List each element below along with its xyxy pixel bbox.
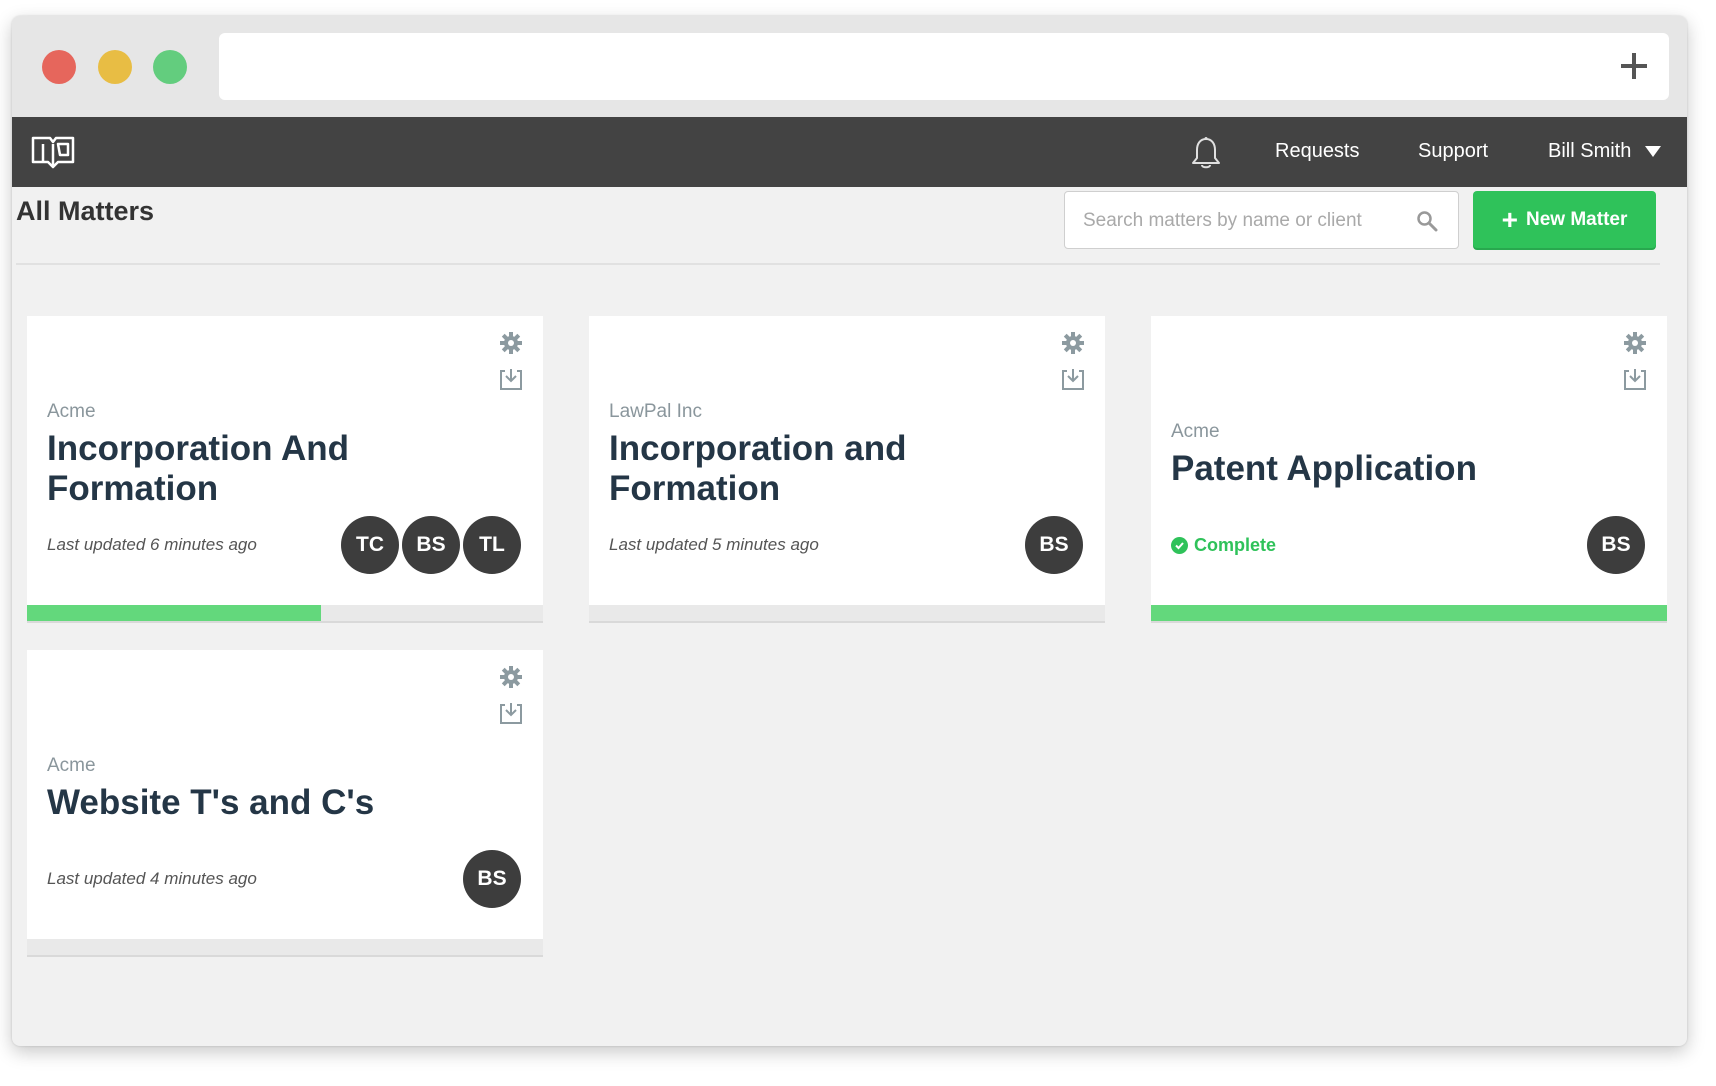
- status-label: Complete: [1194, 535, 1277, 555]
- matter-card[interactable]: LawPal Inc Incorporation and Formation L…: [589, 316, 1105, 621]
- avatar[interactable]: TC: [341, 516, 399, 574]
- title-bar: [12, 16, 1687, 117]
- progress-fill: [1151, 605, 1667, 621]
- avatar[interactable]: BS: [463, 850, 521, 908]
- avatar-group: TC BS TL: [341, 516, 521, 574]
- search-icon[interactable]: [1416, 210, 1438, 232]
- user-name: Bill Smith: [1548, 140, 1632, 162]
- logo-icon[interactable]: [30, 134, 76, 170]
- bell-icon[interactable]: [1190, 136, 1222, 170]
- chevron-down-icon: [1645, 146, 1662, 157]
- last-updated: Last updated 4 minutes ago: [47, 869, 257, 888]
- avatar[interactable]: BS: [1587, 516, 1645, 574]
- search-box[interactable]: [1064, 191, 1459, 249]
- download-icon[interactable]: [498, 366, 524, 392]
- download-icon[interactable]: [1060, 366, 1086, 392]
- client-name: Acme: [1171, 421, 1220, 442]
- gear-icon[interactable]: [498, 330, 524, 356]
- gear-icon[interactable]: [498, 664, 524, 690]
- client-name: Acme: [47, 401, 96, 422]
- client-name: Acme: [47, 755, 96, 776]
- card-actions: [1622, 330, 1648, 402]
- plus-icon: +: [1501, 203, 1518, 235]
- app-navbar: Requests Support Bill Smith: [12, 117, 1687, 187]
- progress-bar: [589, 605, 1105, 621]
- address-bar[interactable]: [219, 33, 1669, 100]
- gear-icon[interactable]: [1622, 330, 1648, 356]
- check-circle-icon: [1171, 537, 1188, 554]
- page-title: All Matters: [16, 196, 155, 226]
- minimize-window-button[interactable]: [98, 50, 132, 84]
- requests-link[interactable]: Requests: [1275, 140, 1360, 163]
- user-menu[interactable]: Bill Smith: [1548, 140, 1662, 163]
- progress-bar: [27, 939, 543, 955]
- divider: [16, 263, 1660, 265]
- maximize-window-button[interactable]: [153, 50, 187, 84]
- last-updated: Last updated 6 minutes ago: [47, 535, 257, 554]
- download-icon[interactable]: [1622, 366, 1648, 392]
- progress-fill: [27, 605, 322, 621]
- close-window-button[interactable]: [42, 50, 76, 84]
- new-matter-button[interactable]: + New Matter: [1473, 191, 1656, 248]
- progress-bar: [27, 605, 543, 621]
- new-matter-label: New Matter: [1526, 208, 1628, 230]
- support-link[interactable]: Support: [1418, 140, 1488, 163]
- avatar[interactable]: BS: [402, 516, 460, 574]
- avatar[interactable]: TL: [463, 516, 521, 574]
- matter-title: Website T's and C's: [47, 783, 375, 822]
- avatar[interactable]: BS: [1025, 516, 1083, 574]
- download-icon[interactable]: [498, 700, 524, 726]
- new-tab-button[interactable]: [1613, 45, 1655, 87]
- plus-icon: [1621, 53, 1647, 79]
- avatar-group: BS: [1025, 516, 1083, 574]
- matter-title: Incorporation and Formation: [609, 429, 907, 508]
- avatar-group: BS: [463, 850, 521, 908]
- card-actions: [1060, 330, 1086, 402]
- card-actions: [498, 664, 524, 736]
- last-updated: Last updated 5 minutes ago: [609, 535, 819, 554]
- matter-card[interactable]: Acme Incorporation And Formation Last up…: [27, 316, 543, 621]
- status-complete: Complete: [1171, 535, 1276, 556]
- card-actions: [498, 330, 524, 402]
- search-input[interactable]: [1081, 205, 1391, 237]
- matter-card[interactable]: Acme Patent Application Complete BS: [1151, 316, 1667, 621]
- matter-card[interactable]: Acme Website T's and C's Last updated 4 …: [27, 650, 543, 955]
- matter-title: Patent Application: [1171, 449, 1477, 488]
- matter-title: Incorporation And Formation: [47, 429, 350, 508]
- client-name: LawPal Inc: [609, 401, 702, 422]
- progress-bar: [1151, 605, 1667, 621]
- gear-icon[interactable]: [1060, 330, 1086, 356]
- avatar-group: BS: [1587, 516, 1645, 574]
